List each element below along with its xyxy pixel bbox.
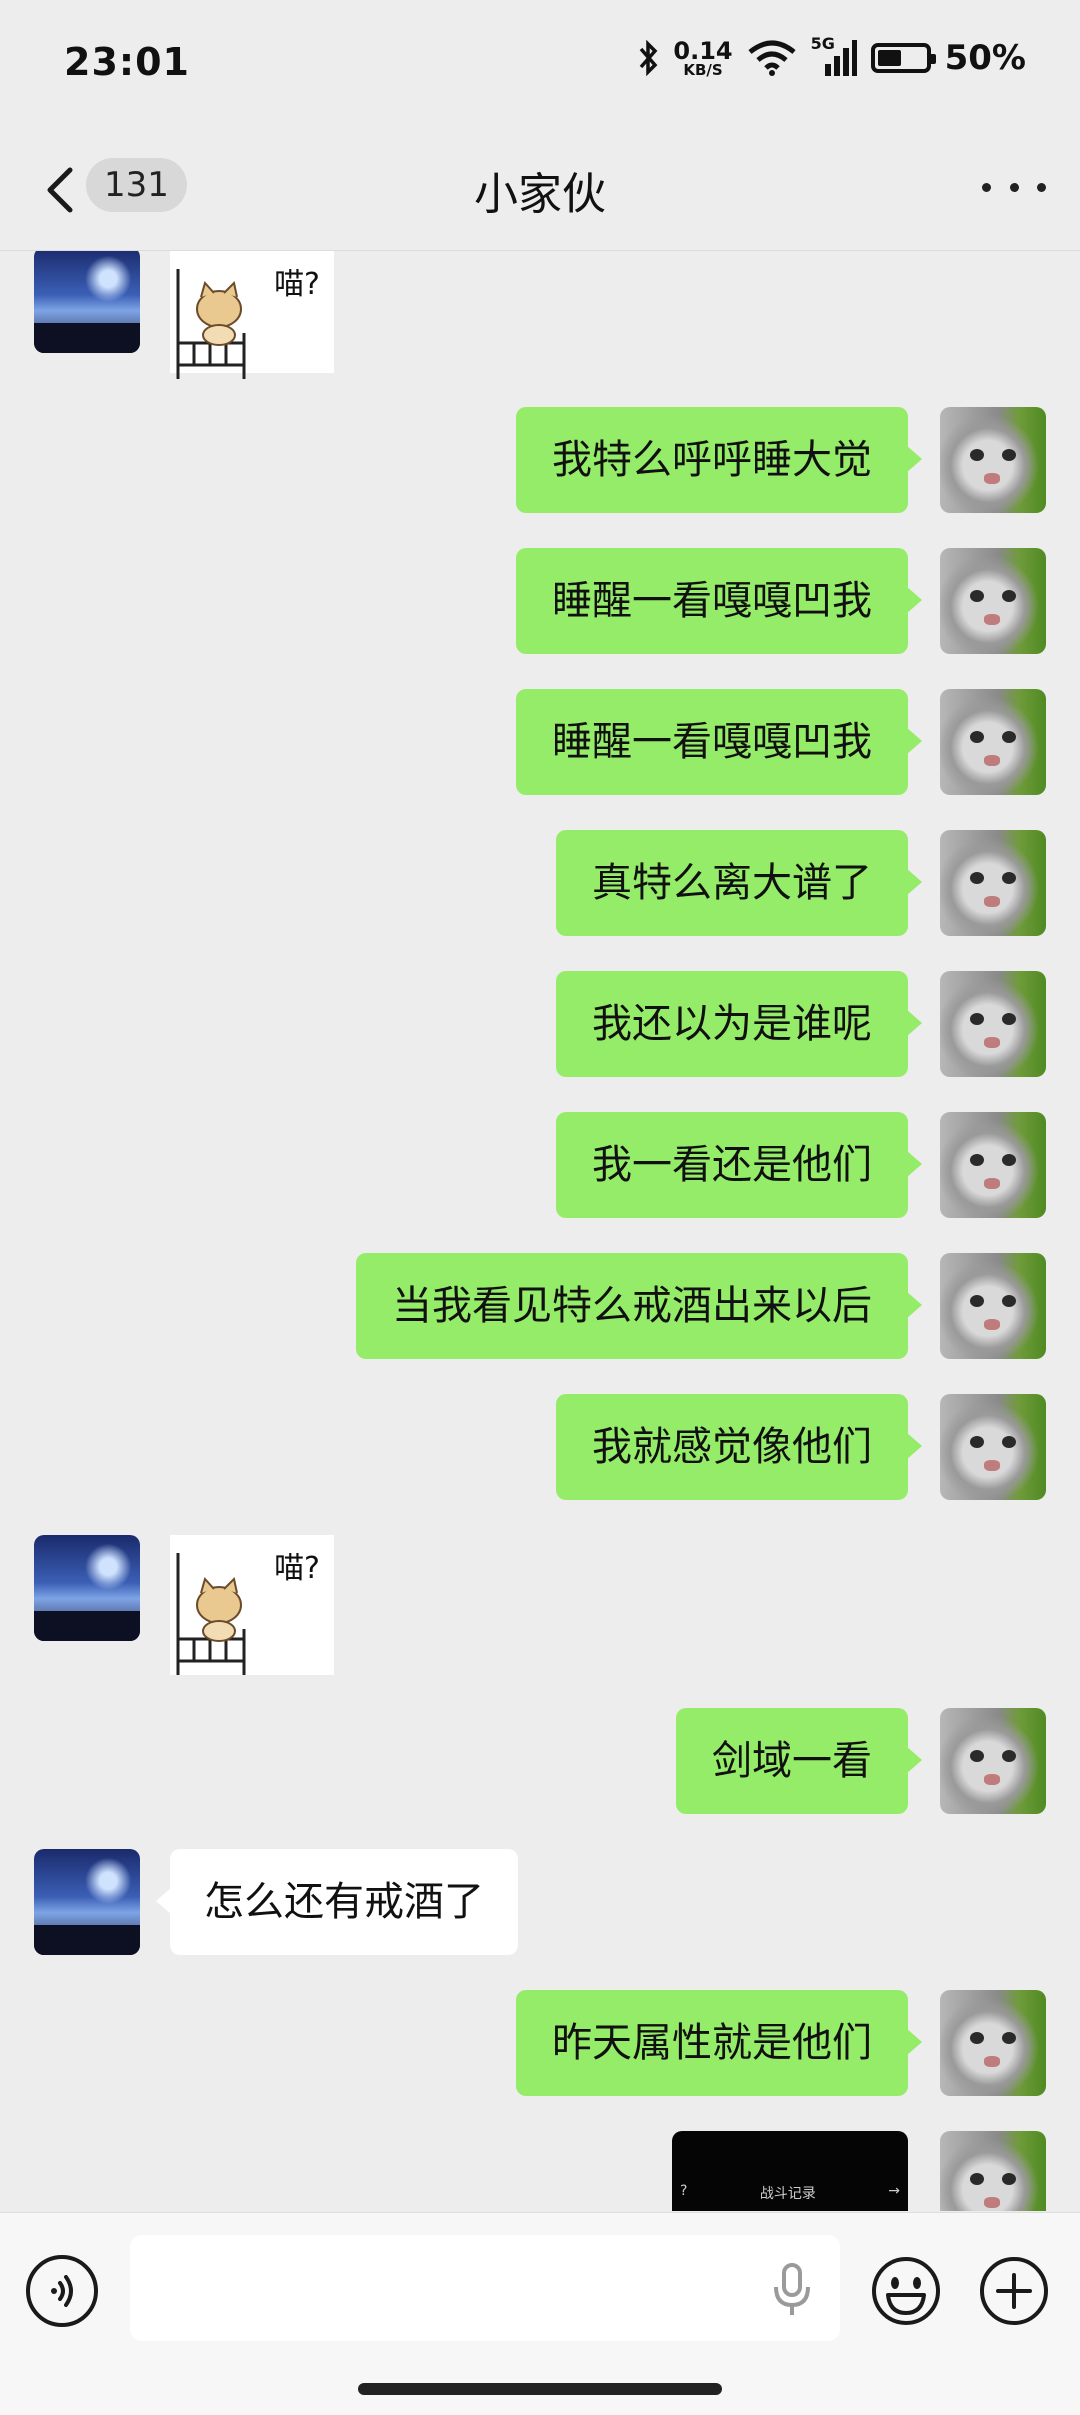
message-bubble-outgoing[interactable]: 我就感觉像他们 [556,1394,922,1500]
image-caption: 战斗记录 [759,2186,816,2202]
contact-avatar[interactable] [34,251,140,353]
image-caption-bar: ? 战斗记录 → [672,2183,908,2205]
plus-icon[interactable] [978,2255,1050,2327]
contact-avatar[interactable] [34,1849,140,1955]
my-avatar[interactable] [940,2131,1046,2211]
message-bubble-outgoing[interactable]: 昨天属性就是他们 [516,1990,922,2096]
battery-fill [877,50,901,66]
net-speed-value: 0.14 [673,36,733,65]
more-icon-dot [1037,182,1046,192]
message-bubble-outgoing[interactable]: 剑域一看 [676,1708,922,1814]
chat-title: 小家伙 [474,169,606,220]
message-bubble-outgoing[interactable]: 我还以为是谁呢 [556,971,922,1077]
my-avatar[interactable] [940,407,1046,513]
my-avatar[interactable] [940,548,1046,654]
signal-icon [824,40,857,76]
my-avatar[interactable] [940,1394,1046,1500]
net-speed-unit: KB/S [683,60,723,79]
emoji-icon[interactable] [870,2255,942,2327]
my-avatar[interactable] [940,1253,1046,1359]
my-avatar[interactable] [940,830,1046,936]
battery-icon [870,43,936,73]
my-avatar[interactable] [940,971,1046,1077]
message-bubble-outgoing[interactable]: 睡醒一看嘎嘎凹我 [516,689,922,795]
question-icon: ? [680,2183,688,2199]
message-bubble-outgoing[interactable]: 当我看见特么戒酒出来以后 [356,1253,922,1359]
message-bubble-outgoing[interactable]: 真特么离大谱了 [556,830,922,936]
more-icon-dot [982,182,991,192]
my-avatar[interactable] [940,1708,1046,1814]
message-bubble-incoming[interactable]: 怎么还有戒酒了 [156,1849,518,1955]
my-avatar[interactable] [940,689,1046,795]
contact-avatar[interactable] [34,1535,140,1641]
message-input[interactable] [130,2235,840,2341]
voice-input-button[interactable] [26,2255,98,2327]
message-bubble-outgoing[interactable]: 我特么呼呼睡大觉 [516,407,922,513]
home-indicator[interactable] [358,2383,722,2395]
cat-sticker-icon [176,269,246,379]
status-bar: 23:01 0.14 KB/S 5G 50% [0,0,1080,130]
message-list[interactable]: 喵? 我特么呼呼睡大觉 睡醒一看嘎嘎凹我 睡醒一看嘎嘎凹我 真特么离大谱了 我还… [0,251,1080,2211]
chat-header: 131 小家伙 [0,130,1080,251]
bluetooth-icon [640,39,658,77]
my-avatar[interactable] [940,1112,1046,1218]
wifi-icon [748,40,796,76]
message-bubble-outgoing[interactable]: 我一看还是他们 [556,1112,922,1218]
more-icon-dot [1009,182,1019,192]
status-icons: 0.14 KB/S 5G 50% [637,34,1026,78]
cat-sticker-icon [176,1553,246,1675]
status-time: 23:01 [64,40,190,84]
signal-indicator: 5G [811,34,857,78]
my-avatar[interactable] [940,1990,1046,2096]
microphone-icon[interactable] [770,2261,814,2321]
more-options-button[interactable] [982,162,1046,212]
battery-percent: 50% [944,38,1026,78]
input-bar [0,2212,1080,2415]
image-message[interactable]: ? 战斗记录 → [672,2131,908,2211]
message-bubble-outgoing[interactable]: 睡醒一看嘎嘎凹我 [516,548,922,654]
voice-icon [51,2275,73,2307]
net-speed: 0.14 KB/S [673,39,732,78]
arrow-right-icon: → [888,2183,900,2199]
sticker-message[interactable]: 喵? [170,251,334,379]
sticker-message[interactable]: 喵? [170,1535,334,1675]
